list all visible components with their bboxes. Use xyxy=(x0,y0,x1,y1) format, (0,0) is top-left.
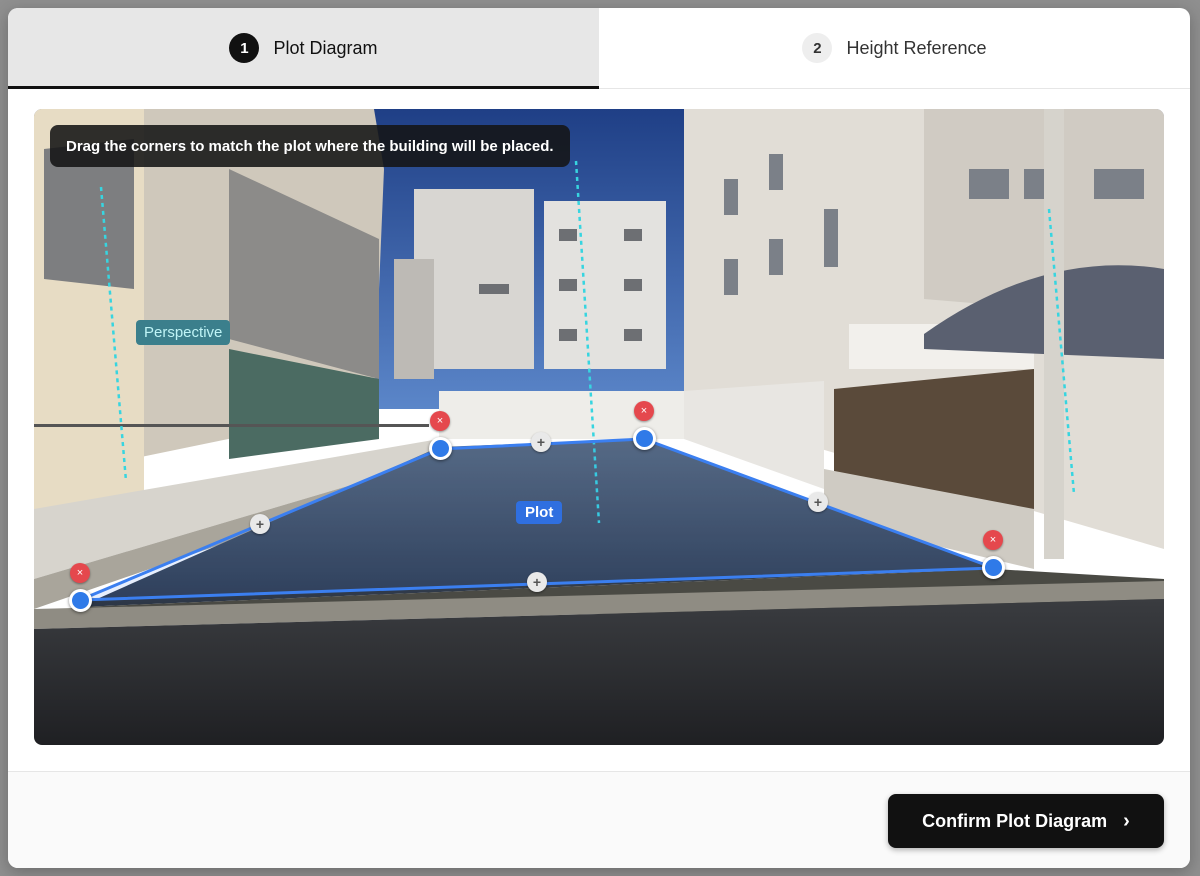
add-point-button[interactable]: + xyxy=(250,514,270,534)
step-number-badge: 2 xyxy=(802,33,833,63)
corner-handle[interactable] xyxy=(69,589,92,612)
tab-height-reference[interactable]: 2 Height Reference xyxy=(599,8,1190,88)
confirm-plot-diagram-button[interactable]: Confirm Plot Diagram › xyxy=(888,794,1164,848)
step-number-badge: 1 xyxy=(229,33,260,63)
corner-handle[interactable] xyxy=(982,556,1005,579)
add-point-button[interactable]: + xyxy=(527,572,547,592)
add-point-button[interactable]: + xyxy=(808,492,828,512)
perspective-label: Perspective xyxy=(136,320,231,345)
perspective-line[interactable] xyxy=(1047,208,1076,495)
plot-overlay xyxy=(79,160,1076,602)
delete-corner-button[interactable]: × xyxy=(983,530,1003,550)
confirm-label: Confirm Plot Diagram xyxy=(922,810,1108,831)
chevron-right-icon: › xyxy=(1123,809,1130,832)
tab-label: Height Reference xyxy=(846,37,987,58)
corner-handle[interactable] xyxy=(429,437,452,460)
delete-corner-button[interactable]: × xyxy=(430,411,450,431)
plot-editor-canvas[interactable]: Drag the corners to match the plot where… xyxy=(34,109,1164,745)
tab-plot-diagram[interactable]: 1 Plot Diagram xyxy=(8,8,599,89)
instruction-tooltip: Drag the corners to match the plot where… xyxy=(50,125,570,167)
delete-corner-button[interactable]: × xyxy=(70,563,90,583)
perspective-line[interactable] xyxy=(99,186,128,482)
delete-corner-button[interactable]: × xyxy=(634,401,654,421)
corner-handle[interactable] xyxy=(633,427,656,450)
step-tabs: 1 Plot Diagram 2 Height Reference xyxy=(8,8,1190,89)
plot-setup-dialog: 1 Plot Diagram 2 Height Reference Drag t… xyxy=(8,8,1190,868)
plot-label: Plot xyxy=(516,501,563,524)
tab-label: Plot Diagram xyxy=(273,37,378,58)
dialog-footer: Confirm Plot Diagram › xyxy=(8,771,1190,868)
add-point-button[interactable]: + xyxy=(531,432,551,452)
